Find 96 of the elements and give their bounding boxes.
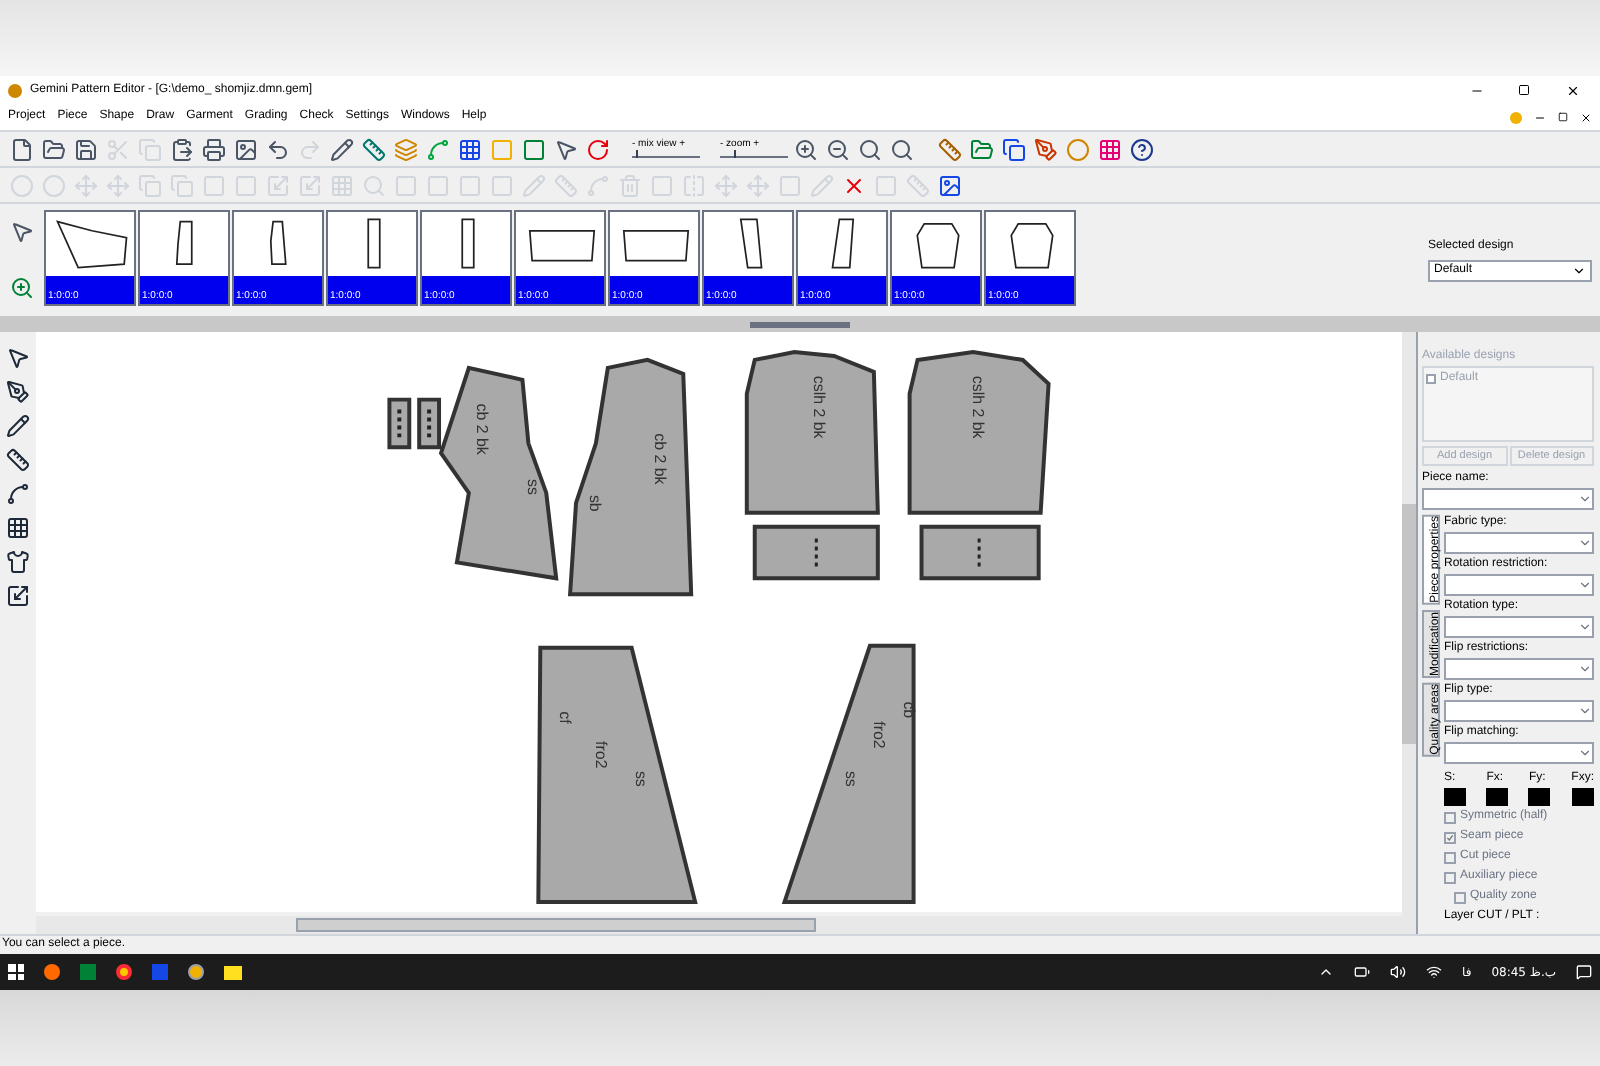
pattern-piece[interactable]: cb 2 bk sb xyxy=(567,357,694,597)
dropdown-field[interactable] xyxy=(1422,488,1594,511)
printer-icon[interactable] xyxy=(200,135,228,163)
pattern-piece[interactable]: cslh 2 bk xyxy=(744,349,880,515)
pointer-icon[interactable] xyxy=(552,135,580,163)
piece-outline-icon xyxy=(622,229,690,262)
color-swatch[interactable] xyxy=(1528,788,1551,807)
dropdown-field[interactable] xyxy=(1444,700,1594,723)
horizontal-scrollbar[interactable] xyxy=(36,916,1416,934)
pattern-piece[interactable] xyxy=(387,397,412,450)
pointer-icon[interactable] xyxy=(4,344,32,372)
color-swatch[interactable] xyxy=(1571,788,1594,807)
pattern-piece[interactable] xyxy=(919,524,1041,581)
zoom-out-icon[interactable] xyxy=(824,135,852,163)
pattern-piece[interactable] xyxy=(417,397,442,450)
battery-icon[interactable] xyxy=(1353,964,1370,980)
piece-outline-icon xyxy=(269,220,287,265)
close-icon[interactable] xyxy=(1580,111,1592,123)
browser-icon[interactable] xyxy=(116,964,132,980)
color-grid-icon[interactable] xyxy=(1096,135,1124,163)
checkbox[interactable] xyxy=(1454,891,1466,904)
ruler-icon[interactable] xyxy=(4,446,32,474)
checkbox[interactable] xyxy=(1426,374,1436,384)
checkbox[interactable] xyxy=(1444,851,1456,864)
piece-label: cslh 2 bk xyxy=(810,375,829,439)
curve-icon[interactable] xyxy=(4,480,32,508)
wifi-icon[interactable] xyxy=(1425,964,1442,980)
piece-outline-icon xyxy=(528,229,596,262)
piece-outline-icon xyxy=(461,218,475,269)
scale-icon[interactable] xyxy=(4,582,32,610)
pattern-piece[interactable]: cslh 2 bk xyxy=(907,349,1051,515)
checkbox[interactable] xyxy=(1444,871,1456,884)
folder-icon[interactable] xyxy=(40,135,68,163)
grid-icon[interactable] xyxy=(456,135,484,163)
app-icon xyxy=(8,83,22,97)
pen-icon[interactable] xyxy=(4,378,32,406)
piece-label: fro2 xyxy=(591,741,610,769)
zoom-icon[interactable] xyxy=(856,135,884,163)
piece-label: ss xyxy=(842,770,861,787)
app-icon[interactable] xyxy=(188,964,204,980)
dropdown-field[interactable] xyxy=(1444,742,1594,765)
pattern-piece[interactable] xyxy=(752,524,880,581)
zoom-fit-icon[interactable] xyxy=(888,135,916,163)
shirt-icon[interactable] xyxy=(4,548,32,576)
slider-track[interactable] xyxy=(632,150,700,158)
piece-label: cb 2 bk xyxy=(651,433,670,485)
measure-icon[interactable] xyxy=(936,135,964,163)
piece-outline-icon xyxy=(367,218,381,269)
image-icon[interactable] xyxy=(936,171,964,199)
dropdown-field[interactable] xyxy=(1444,658,1594,681)
zoom-icon[interactable] xyxy=(8,274,36,302)
restore-icon[interactable] xyxy=(1558,112,1568,122)
piece-outline-icon xyxy=(55,220,128,269)
help-icon[interactable] xyxy=(1128,135,1156,163)
dropdown-field[interactable] xyxy=(1444,616,1594,639)
piece-outline-icon xyxy=(916,223,960,269)
piece-outline-icon xyxy=(1010,223,1054,269)
piece-label: ss xyxy=(631,770,650,787)
color-swatch[interactable] xyxy=(1444,788,1466,807)
piece-outline-icon xyxy=(175,220,193,265)
checkbox[interactable] xyxy=(1444,831,1456,844)
notification-icon[interactable] xyxy=(1576,964,1592,980)
start-icon[interactable] xyxy=(8,964,24,980)
piece-outline-icon xyxy=(739,218,763,269)
folder-icon[interactable] xyxy=(224,965,242,979)
undo-icon[interactable] xyxy=(264,135,292,163)
piece-label: cf xyxy=(556,711,575,724)
pencil-icon[interactable] xyxy=(4,412,32,440)
pattern-piece[interactable]: cf fro2 ss xyxy=(536,645,698,904)
browser-icon[interactable] xyxy=(44,964,60,980)
layers-icon[interactable] xyxy=(392,135,420,163)
piece-label: cb 2 bk xyxy=(472,403,491,455)
pattern-piece[interactable]: cb 2 bk ss xyxy=(438,365,559,581)
save-icon[interactable] xyxy=(72,135,100,163)
rotate-icon[interactable] xyxy=(584,135,612,163)
grid-icon[interactable] xyxy=(4,514,32,542)
app-icon xyxy=(1510,111,1522,123)
new-file-icon[interactable] xyxy=(8,135,36,163)
vertical-scrollbar[interactable] xyxy=(1402,332,1416,916)
piece-label: sb xyxy=(585,494,604,512)
piece-label: fro2 xyxy=(869,721,888,749)
select-icon[interactable] xyxy=(8,218,36,246)
chevron-up-icon[interactable] xyxy=(1317,964,1334,980)
dropdown-field[interactable] xyxy=(1444,574,1594,597)
dropdown-field[interactable] xyxy=(1444,532,1594,555)
minimize-icon[interactable] xyxy=(1534,111,1546,123)
piece-label: cslh 2 bk xyxy=(969,375,988,439)
volume-icon[interactable] xyxy=(1389,964,1406,980)
piece-outline-icon xyxy=(831,218,855,269)
checkbox[interactable] xyxy=(1444,811,1456,824)
piece-label: ss xyxy=(524,479,543,495)
clipboard-icon[interactable] xyxy=(168,135,196,163)
slider-track[interactable] xyxy=(720,150,788,158)
color-swatch[interactable] xyxy=(1486,788,1509,807)
splitter-handle[interactable] xyxy=(750,321,850,327)
zoom-in-icon[interactable] xyxy=(792,135,820,163)
